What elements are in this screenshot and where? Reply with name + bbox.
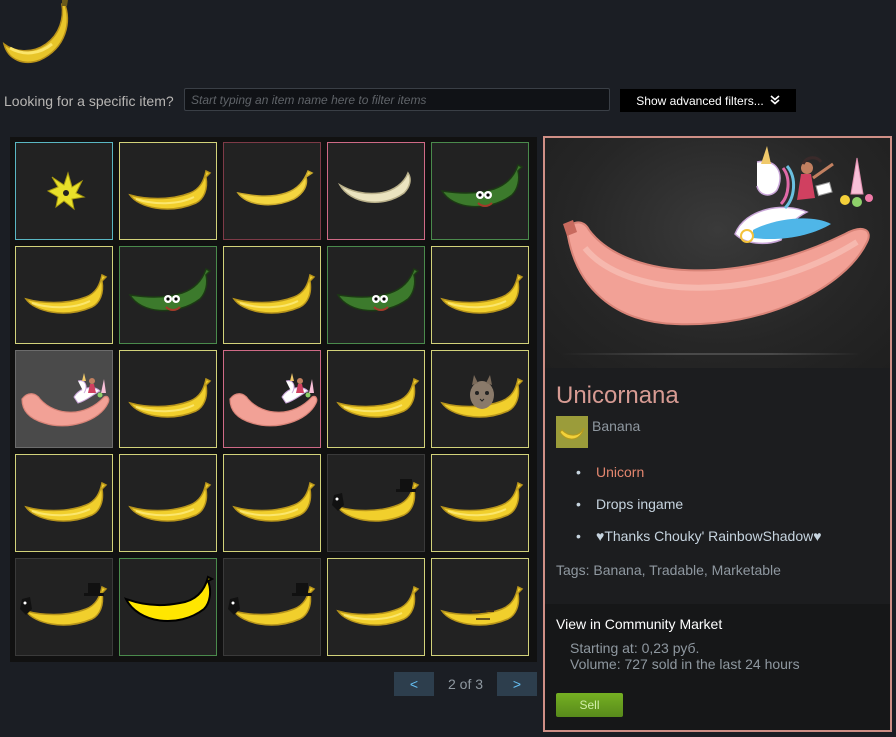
inventory-item[interactable] [327, 350, 425, 448]
banana-banana-icon [232, 273, 316, 314]
inventory-item[interactable] [223, 350, 321, 448]
prev-page-button[interactable]: < [394, 672, 434, 696]
inventory-item[interactable] [327, 558, 425, 656]
inventory-item[interactable] [327, 142, 425, 240]
starting-price: Starting at: 0,23 руб. [570, 640, 700, 656]
item-name: Unicornana [556, 382, 679, 409]
inventory-item[interactable] [223, 454, 321, 552]
next-page-button[interactable]: > [497, 672, 537, 696]
description-line: ♥Thanks Chouky' RainbowShadow♥ [576, 528, 822, 560]
market-section: View in Community Market Starting at: 0,… [545, 604, 890, 730]
inventory-item[interactable] [431, 454, 529, 552]
inventory-item[interactable] [431, 350, 529, 448]
item-filter-input[interactable] [184, 88, 610, 111]
item-descriptions: UnicornDrops ingame♥Thanks Chouky' Rainb… [576, 464, 822, 560]
inventory-item[interactable] [431, 558, 529, 656]
show-advanced-filters-button[interactable]: Show advanced filters... [620, 89, 796, 112]
item-large-image [545, 138, 890, 368]
description-line: Drops ingame [576, 496, 822, 528]
description-line: Unicorn [576, 464, 822, 496]
tags-value: Banana, Tradable, Marketable [593, 562, 781, 578]
banana-banana-icon [24, 481, 108, 522]
unicornana-icon [563, 146, 873, 326]
tophat-banana-icon [228, 583, 316, 626]
pale-banana-icon [337, 171, 411, 203]
inventory-item[interactable] [119, 246, 217, 344]
banana-banana-icon [24, 273, 108, 314]
inventory-item[interactable] [15, 454, 113, 552]
banana-banana-icon [440, 273, 524, 314]
pepe-banana-icon [336, 267, 420, 312]
filter-row: Looking for a specific item? Show advanc… [4, 88, 804, 114]
peeled-banana-icon [236, 169, 314, 206]
inventory-item[interactable] [15, 142, 113, 240]
inventory-item[interactable] [15, 246, 113, 344]
sales-volume: Volume: 727 sold in the last 24 hours [570, 656, 800, 672]
cartoon-banana-icon [123, 575, 215, 622]
banana-logo-icon [0, 0, 76, 66]
filter-label: Looking for a specific item? [4, 93, 174, 109]
banana-banana-icon [128, 169, 212, 210]
banana-banana-icon [232, 481, 316, 522]
inventory-item[interactable] [15, 350, 113, 448]
inventory-item[interactable] [119, 454, 217, 552]
double-chevron-down-icon [770, 94, 780, 108]
inventory-item[interactable] [223, 558, 321, 656]
inventory-item[interactable] [327, 454, 425, 552]
item-details-panel: Unicornana Banana UnicornDrops ingame♥Th… [543, 136, 892, 732]
view-community-market-link[interactable]: View in Community Market [556, 616, 722, 632]
inventory-item[interactable] [431, 246, 529, 344]
inventory-item[interactable] [327, 246, 425, 344]
inventory-item[interactable] [119, 350, 217, 448]
inventory-item[interactable] [223, 246, 321, 344]
banana-banana-icon [336, 585, 420, 626]
inventory-grid [10, 137, 537, 662]
tags-label: Tags: [556, 562, 590, 578]
tophat-banana-icon [332, 479, 420, 522]
game-name: Banana [592, 418, 641, 434]
face-banana-icon [440, 585, 524, 626]
pepe-banana-icon [128, 267, 212, 312]
inventory-item[interactable] [223, 142, 321, 240]
banana-banana-icon [128, 481, 212, 522]
sell-button[interactable]: Sell [556, 693, 623, 717]
inventory-pager: < 2 of 3 > [394, 672, 537, 696]
unicorn-banana-icon [229, 373, 318, 427]
unicorn-banana-icon [21, 373, 110, 427]
banana-banana-icon [128, 377, 212, 418]
tophat-banana-icon [20, 583, 108, 626]
inventory-item[interactable] [431, 142, 529, 240]
pepe-banana-icon [440, 163, 524, 208]
banana-game-icon [556, 416, 588, 448]
inventory-item[interactable] [15, 558, 113, 656]
cat-banana-icon [440, 375, 524, 418]
inventory-item[interactable] [119, 558, 217, 656]
banana-banana-icon [336, 377, 420, 418]
inventory-item[interactable] [119, 142, 217, 240]
advanced-filters-label: Show advanced filters... [636, 93, 764, 108]
spiky-banana-icon [46, 171, 86, 211]
item-tags: Tags: Banana, Tradable, Marketable [556, 562, 781, 578]
page-indicator: 2 of 3 [447, 676, 484, 692]
banana-banana-icon [440, 481, 524, 522]
image-divider [561, 353, 861, 355]
